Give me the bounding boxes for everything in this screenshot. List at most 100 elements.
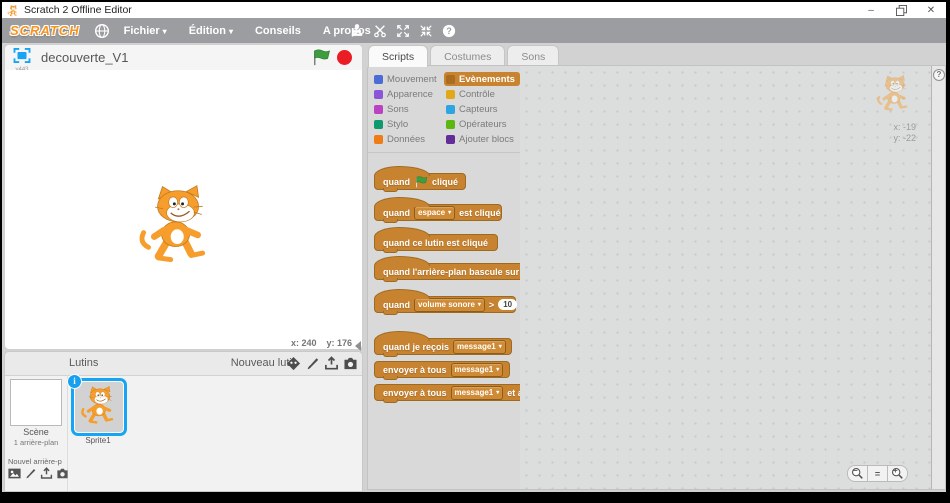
shrink-sprite-icon[interactable]	[419, 24, 433, 38]
category-label: Ajouter blocs	[459, 134, 514, 145]
tab-scripts[interactable]: Scripts	[368, 45, 428, 67]
stage-thumbnail-column: Scène 1 arrière-plan Nouvel arrière-p	[5, 375, 68, 491]
category-color-swatch	[374, 135, 383, 144]
category-color-swatch	[374, 90, 383, 99]
block-broadcast-wait[interactable]: envoyer à tousmessage1▾et at	[374, 384, 520, 401]
dropdown-value: volume sonore	[418, 300, 475, 309]
category-donnees[interactable]: Données	[372, 132, 444, 146]
menu-bar: SCRATCH Fichier▾Édition▾ConseilsA propos…	[2, 18, 946, 43]
paint-new-sprite-icon[interactable]	[305, 355, 320, 371]
category-ajouter-blocs[interactable]: Ajouter blocs	[444, 132, 520, 146]
title-bar: Scratch 2 Offline Editor – ✕	[2, 2, 946, 18]
camera-sprite-icon[interactable]	[343, 355, 358, 371]
category-apparence[interactable]: Apparence	[372, 87, 444, 101]
category-sons[interactable]: Sons	[372, 102, 444, 116]
category-color-swatch	[446, 105, 455, 114]
sprite-watermark	[876, 72, 912, 116]
category-mouvement[interactable]: Mouvement	[372, 72, 444, 86]
category-label: Opérateurs	[459, 119, 507, 130]
block-palette-list: quand cliqué quandespace▾est cliqué quand c…	[368, 153, 520, 401]
tips-flap[interactable]: ?	[931, 66, 945, 489]
camera-backdrop-icon[interactable]	[56, 467, 69, 480]
menu-item-conseils[interactable]: Conseils	[255, 25, 301, 37]
restore-button[interactable]	[886, 2, 916, 18]
block-dropdown[interactable]: message1▾	[451, 363, 504, 377]
dropdown-arrow-icon: ▾	[496, 366, 499, 373]
script-canvas[interactable]: x: -19 y: -22 − = +	[520, 66, 934, 489]
block-dropdown[interactable]: volume sonore▾	[414, 298, 485, 312]
delete-scissors-icon[interactable]	[373, 24, 387, 38]
fullscreen-icon[interactable]	[13, 50, 31, 67]
stage-thumbnail[interactable]	[10, 379, 62, 426]
svg-text:?: ?	[446, 26, 451, 36]
caret-down-icon: ▾	[163, 27, 167, 36]
sprite-x: x: -19	[893, 122, 916, 133]
category-operateurs[interactable]: Opérateurs	[444, 117, 520, 131]
green-flag-button[interactable]	[312, 49, 330, 66]
block-broadcast[interactable]: envoyer à tousmessage1▾	[374, 361, 510, 378]
zoom-in-button[interactable]: +	[888, 465, 908, 482]
menu-item-fichier[interactable]: Fichier▾	[124, 25, 167, 37]
menu-items: Fichier▾Édition▾ConseilsA propos	[124, 25, 371, 37]
stage-thumbnail-info: 1 arrière-plan	[5, 438, 67, 447]
zoom-out-sign: −	[853, 466, 858, 475]
block-backdrop-switch[interactable]: quand l'arrière-plan bascule sur	[374, 263, 520, 280]
block-text: et at	[507, 388, 520, 398]
block-text: cliqué	[432, 177, 458, 187]
upload-backdrop-icon[interactable]	[40, 467, 53, 480]
block-receive-message[interactable]: quand je reçois message1▾	[374, 338, 512, 355]
scratch-window: Scratch 2 Offline Editor – ✕ SCRATCH Fic…	[2, 2, 946, 492]
block-dropdown[interactable]: message1▾	[451, 386, 504, 400]
duplicate-stamp-icon[interactable]	[350, 24, 364, 38]
minimize-button[interactable]: –	[856, 2, 886, 18]
category-stylo[interactable]: Stylo	[372, 117, 444, 131]
category-label: Stylo	[387, 119, 408, 130]
category-color-swatch	[446, 75, 455, 84]
sprite1-thumbnail-image	[80, 384, 118, 428]
panel-collapse-arrow-icon[interactable]	[355, 341, 361, 351]
zoom-out-button[interactable]: −	[847, 465, 868, 482]
category-grid: Mouvement EvènementsApparenceContrôleSons…	[372, 72, 520, 146]
block-key-clicked[interactable]: quandespace▾est cliqué	[374, 204, 502, 221]
tab-sons[interactable]: Sons	[507, 45, 559, 67]
block-text: quand je reçois	[383, 342, 449, 352]
close-button[interactable]: ✕	[916, 2, 946, 18]
block-text: quand	[383, 177, 410, 187]
new-sprite-library-icon[interactable]	[286, 355, 301, 371]
block-volume-greater[interactable]: quandvolume sonore▾>10	[374, 296, 516, 313]
block-dropdown[interactable]: message1▾	[453, 340, 506, 354]
block-text: quand	[383, 300, 410, 310]
stage-header: v443 decouverte_V1	[5, 45, 362, 71]
block-flag-clicked[interactable]: quand cliqué	[374, 173, 466, 190]
sprites-panel-title: Lutins	[69, 357, 98, 369]
block-text: quand ce lutin est cliqué	[383, 238, 488, 248]
zoom-reset-sign: =	[875, 469, 880, 479]
sprite-thumbnail-sprite1[interactable]: i	[71, 378, 127, 436]
category-evenements[interactable]: Evènements	[444, 72, 520, 86]
zoom-in-sign: +	[893, 466, 898, 475]
help-icon[interactable]: ?	[933, 69, 945, 81]
category-label: Mouvement	[387, 74, 437, 85]
tab-costumes[interactable]: Costumes	[430, 45, 505, 67]
sprites-header: Lutins Nouveau lutin	[5, 352, 362, 376]
zoom-reset-button[interactable]: =	[868, 465, 888, 482]
backdrop-library-icon[interactable]	[8, 467, 21, 480]
menu-item-edition[interactable]: Édition▾	[189, 25, 233, 37]
category-capteurs[interactable]: Capteurs	[444, 102, 520, 116]
block-dropdown[interactable]: espace▾	[414, 206, 455, 220]
number-input[interactable]: 10	[498, 299, 517, 310]
category-controle[interactable]: Contrôle	[444, 87, 520, 101]
block-help-icon[interactable]: ?	[442, 24, 456, 38]
cat-sprite-on-stage[interactable]	[133, 185, 219, 267]
paint-backdrop-icon[interactable]	[24, 467, 37, 480]
grow-sprite-icon[interactable]	[396, 24, 410, 38]
language-globe-icon[interactable]	[94, 23, 110, 39]
category-color-swatch	[374, 105, 383, 114]
category-color-swatch	[446, 120, 455, 129]
upload-sprite-icon[interactable]	[324, 355, 339, 371]
block-palette: Mouvement EvènementsApparenceContrôleSons…	[368, 66, 520, 489]
stop-button[interactable]	[337, 50, 352, 65]
block-sprite-clicked[interactable]: quand ce lutin est cliqué	[374, 234, 498, 251]
dropdown-arrow-icon: ▾	[496, 389, 499, 396]
sprite-y: y: -22	[893, 133, 916, 144]
